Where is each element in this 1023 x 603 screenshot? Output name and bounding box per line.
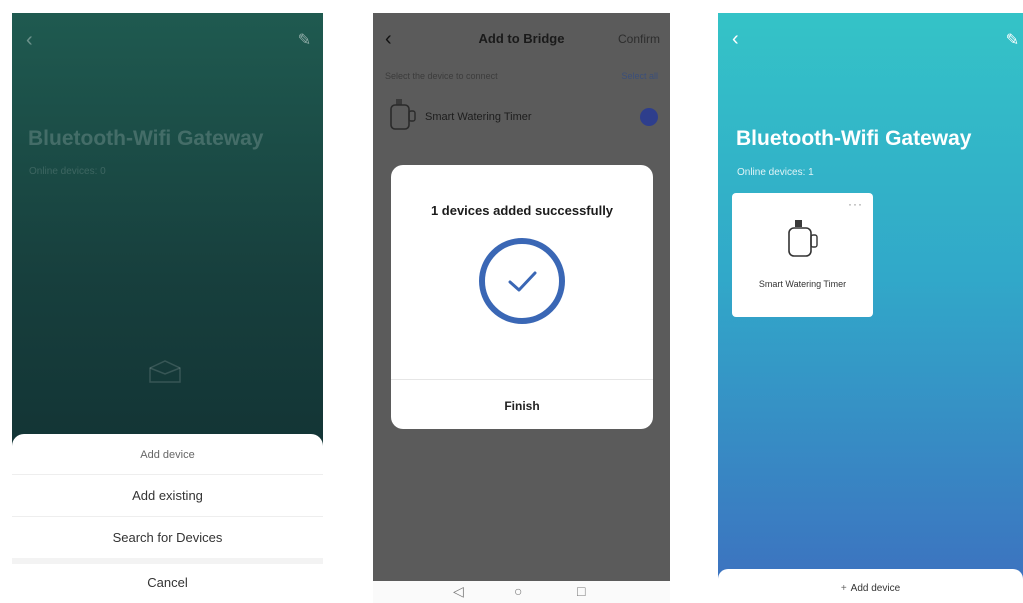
select-hint: Select the device to connect xyxy=(385,71,498,81)
empty-state-text xyxy=(67,393,267,405)
plus-icon: + xyxy=(840,583,847,594)
add-existing-button[interactable]: Add existing xyxy=(12,488,323,503)
back-arrow-icon[interactable]: ‹ xyxy=(26,29,33,52)
success-message: 1 devices added successfully xyxy=(430,203,614,218)
divider xyxy=(391,379,653,380)
divider xyxy=(12,474,323,475)
more-options-icon[interactable]: ··· xyxy=(848,197,863,211)
success-check-icon xyxy=(479,238,565,324)
device-name: Smart Watering Timer xyxy=(425,111,532,123)
divider xyxy=(12,516,323,517)
success-dialog: 1 devices added successfully Finish xyxy=(391,165,653,429)
nav-recent-icon[interactable]: □ xyxy=(577,583,585,599)
gateway-screen-empty: ‹ ✎ Bluetooth-Wifi Gateway Online device… xyxy=(12,13,323,601)
watering-timer-icon xyxy=(788,220,818,257)
online-devices-count: Online devices: 0 xyxy=(29,166,106,177)
device-card[interactable]: ··· Smart Watering Timer xyxy=(732,193,873,317)
checkbox-checked-icon[interactable] xyxy=(640,108,658,126)
online-devices-count: Online devices: 1 xyxy=(737,167,814,178)
add-device-button[interactable]: + Add device xyxy=(718,583,1023,594)
sheet-header: Add device xyxy=(140,449,195,461)
cancel-button[interactable]: Cancel xyxy=(12,575,323,590)
device-name: Smart Watering Timer xyxy=(758,279,847,289)
empty-box-icon xyxy=(149,360,181,383)
gateway-screen-with-device: ‹ ✎ Bluetooth-Wifi Gateway Online device… xyxy=(718,13,1023,603)
nav-back-icon[interactable]: ◁ xyxy=(453,583,464,600)
select-all-button[interactable]: Select all xyxy=(621,71,658,81)
edit-icon[interactable]: ✎ xyxy=(298,30,311,50)
finish-button[interactable]: Finish xyxy=(391,399,653,413)
add-device-bar[interactable]: + Add device xyxy=(718,569,1023,603)
gateway-title: Bluetooth-Wifi Gateway xyxy=(28,127,264,150)
add-to-bridge-screen: ‹ Add to Bridge Confirm Select the devic… xyxy=(373,13,670,581)
sheet-gap xyxy=(12,558,323,564)
android-nav-bar: ◁ ○ □ xyxy=(373,581,670,603)
add-device-sheet: Add device Add existing Search for Devic… xyxy=(12,434,323,601)
nav-home-icon[interactable]: ○ xyxy=(514,583,522,599)
watering-timer-icon xyxy=(390,99,416,130)
confirm-button[interactable]: Confirm xyxy=(618,32,660,46)
gateway-title: Bluetooth-Wifi Gateway xyxy=(736,127,972,150)
edit-icon[interactable]: ✎ xyxy=(1006,30,1019,50)
back-arrow-icon[interactable]: ‹ xyxy=(732,28,739,51)
add-device-label: Add device xyxy=(850,583,901,594)
search-devices-button[interactable]: Search for Devices xyxy=(12,530,323,545)
